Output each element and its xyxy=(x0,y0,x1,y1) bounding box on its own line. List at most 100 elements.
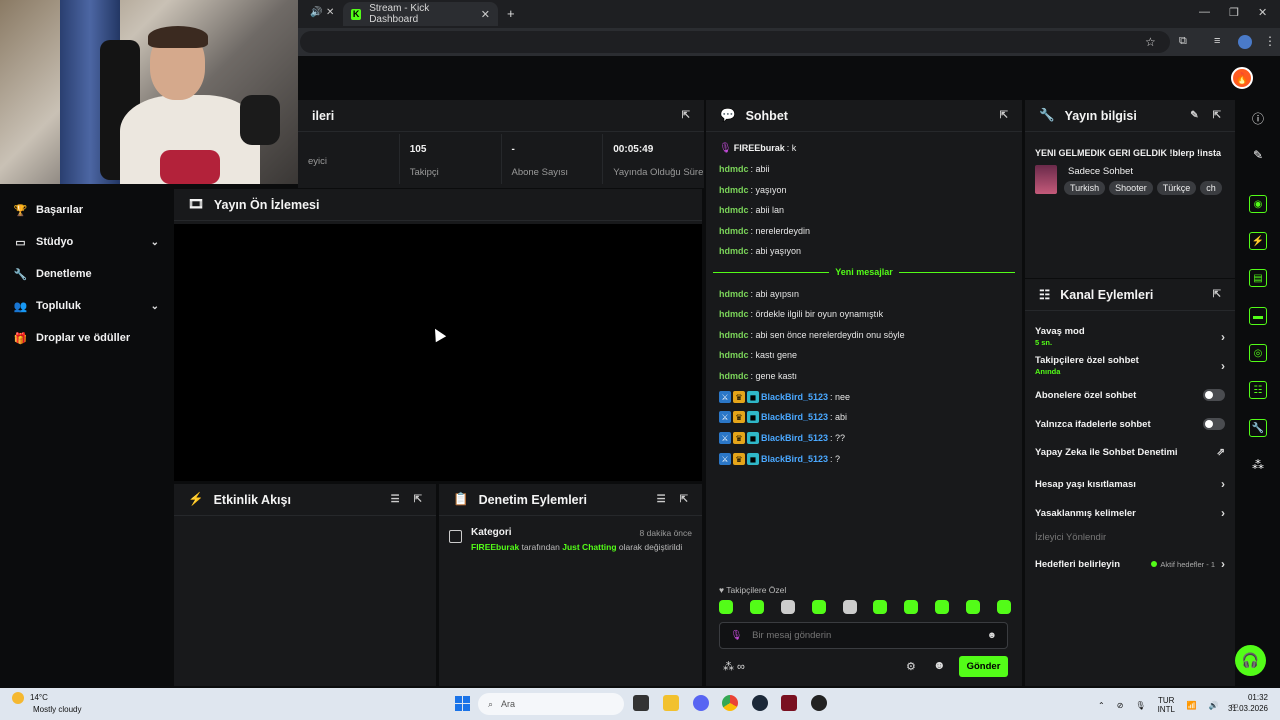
network-off-icon[interactable]: ⊘ xyxy=(1117,701,1124,710)
popout-icon[interactable]: ⇱ xyxy=(1213,110,1221,121)
sidebar-item-studio[interactable]: ▭ Stüdyo ⌄ xyxy=(14,232,159,252)
slow-mode-row[interactable]: Yavaş mod 5 sn. › xyxy=(1035,326,1225,347)
sidebar-item-community[interactable]: 👥 Topluluk ⌄ xyxy=(14,296,159,316)
emote-icon[interactable] xyxy=(780,600,795,614)
chat-username[interactable]: FIREEburak xyxy=(734,143,785,153)
wrench-icon[interactable]: 🔧 xyxy=(1249,419,1267,437)
kick-points-icon[interactable]: ⁂ ∞ xyxy=(723,660,745,673)
emote-icon[interactable] xyxy=(996,600,1011,614)
chat-username[interactable]: BlackBird_5123 xyxy=(761,392,828,402)
bolt-icon[interactable]: ⚡ xyxy=(1249,232,1267,250)
support-button[interactable]: 🎧 xyxy=(1235,645,1266,676)
popout-icon[interactable]: ⇱ xyxy=(1213,289,1221,300)
popout-icon[interactable]: ⇱ xyxy=(682,110,690,121)
preview-icon[interactable]: ◉ xyxy=(1249,195,1267,213)
chat-message-input[interactable] xyxy=(752,630,977,641)
settings-icon[interactable]: ⚙ xyxy=(906,660,916,673)
chat-username[interactable]: hdmdc xyxy=(719,330,749,340)
broadcast-icon[interactable]: ◎ xyxy=(1249,344,1267,362)
pencil-icon[interactable]: ✎ xyxy=(1249,146,1267,164)
emote-icon[interactable] xyxy=(811,600,826,614)
emote-icon[interactable] xyxy=(966,600,980,614)
new-tab-icon[interactable]: + xyxy=(507,6,515,21)
tab-kick-dashboard[interactable]: K Stream - Kick Dashboard ✕ xyxy=(343,2,498,26)
emote-icon[interactable] xyxy=(719,600,733,614)
popout-icon[interactable]: ⇱ xyxy=(680,494,688,505)
popout-icon[interactable]: ⇱ xyxy=(1000,110,1008,121)
filter-icon[interactable]: ☰ xyxy=(391,494,400,505)
wifi-icon[interactable]: 📶 xyxy=(1187,701,1197,710)
emote-icon[interactable] xyxy=(749,600,764,614)
url-input[interactable] xyxy=(300,31,1170,53)
subs-chat-toggle[interactable] xyxy=(1203,389,1225,401)
close-tab-icon[interactable]: ✕ xyxy=(481,8,490,21)
kick-points-icon[interactable]: ⁂ xyxy=(1249,456,1267,474)
age-restrict-row[interactable]: Hesap yaşı kısıtlaması › xyxy=(1035,477,1225,491)
emote-icon[interactable] xyxy=(935,600,950,614)
emote-icon[interactable] xyxy=(842,600,857,614)
emoji-icon[interactable]: ☻ xyxy=(987,630,997,641)
user-avatar[interactable]: 🔥 xyxy=(1231,67,1253,89)
filter-icon[interactable]: ☰ xyxy=(657,494,666,505)
tag[interactable]: Turkish xyxy=(1064,181,1106,195)
chevron-up-icon[interactable]: ⌃ xyxy=(1098,701,1105,710)
chat-username[interactable]: hdmdc xyxy=(719,350,749,360)
emote-chat-toggle[interactable] xyxy=(1203,418,1225,430)
menu-icon[interactable]: ⋮ xyxy=(1264,34,1276,48)
chat-username[interactable]: hdmdc xyxy=(719,289,749,299)
extensions-icon[interactable]: ⧉ xyxy=(1179,35,1187,48)
chat-username[interactable]: hdmdc xyxy=(719,185,749,195)
chat-username[interactable]: hdmdc xyxy=(719,246,749,256)
maximize-icon[interactable]: ❐ xyxy=(1229,6,1239,19)
sliders-icon[interactable]: ☷ xyxy=(1249,381,1267,399)
chat-username[interactable]: BlackBird_5123 xyxy=(761,454,828,464)
tag[interactable]: Shooter xyxy=(1109,181,1153,195)
chat-username[interactable]: hdmdc xyxy=(719,371,749,381)
info-icon[interactable]: ⓘ xyxy=(1249,109,1267,127)
obs-icon[interactable] xyxy=(811,695,827,711)
taskbar-search[interactable]: ⌕ Ara xyxy=(478,693,624,715)
star-icon[interactable]: ☆ xyxy=(1145,35,1156,49)
file-explorer-icon[interactable] xyxy=(663,695,679,711)
chat-username[interactable]: BlackBird_5123 xyxy=(761,412,828,422)
emote-icon[interactable] xyxy=(873,600,888,614)
sidebar-item-achievements[interactable]: 🏆 Başarılar xyxy=(14,200,159,220)
sidebar-item-drops[interactable]: 🎁 Droplar ve ödüller xyxy=(14,328,159,348)
mic-icon[interactable]: 🎙 xyxy=(730,630,742,641)
steam-icon[interactable] xyxy=(752,695,768,711)
sidebar-item-moderation[interactable]: 🔧 Denetleme xyxy=(14,264,159,284)
followers-chat-row[interactable]: Takipçilere özel sohbet Anında › xyxy=(1035,355,1225,376)
discord-icon[interactable] xyxy=(693,695,709,711)
close-window-icon[interactable]: ✕ xyxy=(1258,6,1267,19)
chat-username[interactable]: hdmdc xyxy=(719,226,749,236)
chat-username[interactable]: hdmdc xyxy=(719,164,749,174)
media-icon[interactable]: ≡ xyxy=(1214,35,1220,47)
tag[interactable]: ch xyxy=(1200,181,1222,195)
mod-action-category[interactable]: Just Chatting xyxy=(562,542,616,552)
task-view-icon[interactable] xyxy=(633,695,649,711)
clipboard-icon[interactable]: ▤ xyxy=(1249,269,1267,287)
weather-widget[interactable]: 14°C Mostly cloudy xyxy=(12,692,81,715)
mod-action-user[interactable]: FIREEburak xyxy=(471,542,519,552)
category-name[interactable]: Sadece Sohbet xyxy=(1068,166,1133,177)
emote-icon[interactable] xyxy=(904,600,919,614)
edit-icon[interactable]: ✎ xyxy=(1190,110,1198,121)
close-tab-icon[interactable]: ✕ xyxy=(326,7,334,18)
language-indicator[interactable]: TUR INTL xyxy=(1158,696,1175,714)
send-button[interactable]: Gönder xyxy=(959,656,1008,677)
tag[interactable]: Türkçe xyxy=(1156,181,1197,195)
popout-icon[interactable]: ⇱ xyxy=(414,494,422,505)
mic-icon[interactable]: 🎙 xyxy=(1135,701,1145,710)
volume-icon[interactable]: 🔊 xyxy=(1209,701,1219,710)
chrome-icon[interactable] xyxy=(722,695,738,711)
speaker-icon[interactable]: 🔊 xyxy=(310,7,322,18)
chat-username[interactable]: BlackBird_5123 xyxy=(761,433,828,443)
chat-icon[interactable]: ▬ xyxy=(1249,307,1267,325)
stream-preview-video[interactable] xyxy=(174,224,702,481)
emote-picker-icon[interactable]: ☻ xyxy=(933,658,946,672)
taskbar-clock[interactable]: 01:32 31.03.2026 xyxy=(1226,692,1268,714)
banned-words-row[interactable]: Yasaklanmış kelimeler › xyxy=(1035,506,1225,520)
goals-row[interactable]: Hedefleri belirleyin Aktif hedefler - 1 … xyxy=(1035,557,1225,571)
chat-username[interactable]: hdmdc xyxy=(719,205,749,215)
minimize-icon[interactable]: — xyxy=(1199,6,1210,18)
